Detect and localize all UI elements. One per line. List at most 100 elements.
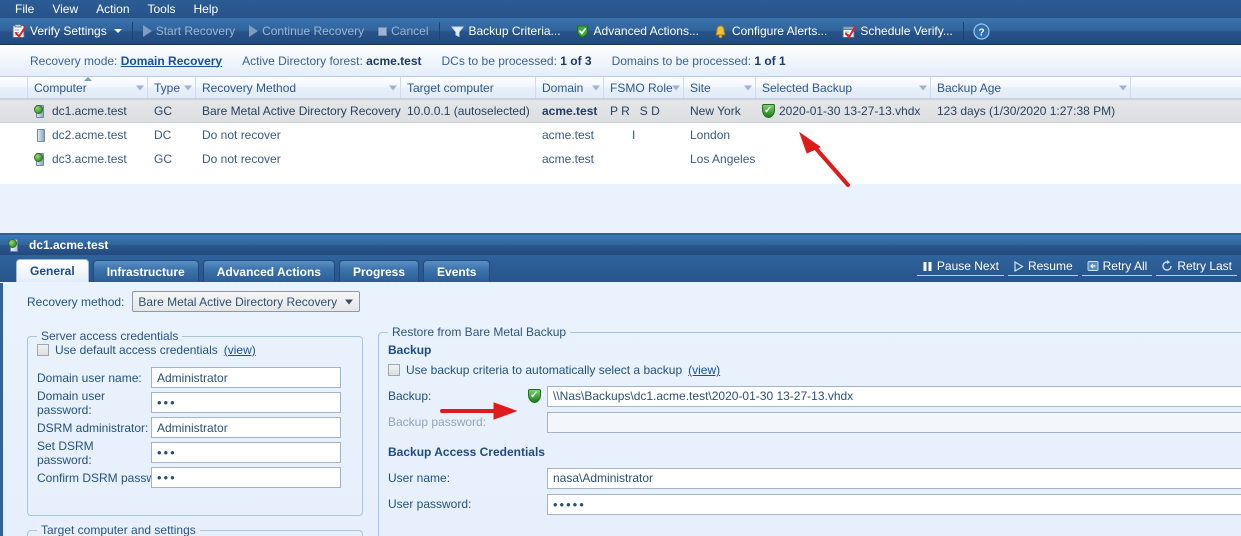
table-row[interactable]: dc3.acme.test GC Do not recover acme.tes… (0, 147, 1241, 171)
grid-header-selected-backup[interactable]: Selected Backup (756, 77, 931, 98)
cancel-button[interactable]: Cancel (371, 20, 435, 42)
continue-recovery-button[interactable]: Continue Recovery (242, 20, 371, 42)
use-backup-criteria-row: Use backup criteria to automatically sel… (388, 363, 1241, 377)
domain-user-name-input[interactable]: Administrator (151, 367, 341, 388)
filter-dropdown-icon[interactable] (136, 85, 144, 90)
view-link[interactable]: (view) (688, 363, 720, 377)
menu-help[interactable]: Help (185, 1, 228, 18)
tab-advanced-actions[interactable]: Advanced Actions (202, 260, 335, 282)
schedule-verify-button[interactable]: Schedule Verify... (834, 20, 960, 42)
use-backup-criteria-checkbox[interactable] (388, 364, 400, 376)
play-icon (249, 25, 259, 37)
green-shield-check-icon: ✓ (762, 104, 775, 118)
filter-dropdown-icon[interactable] (184, 85, 192, 90)
menu-tools[interactable]: Tools (139, 1, 185, 18)
continue-recovery-label: Continue Recovery (262, 24, 365, 38)
start-recovery-label: Start Recovery (155, 24, 236, 38)
set-dsrm-password-input[interactable]: ••• (151, 442, 341, 463)
domains-group: Domains to be processed: 1 of 1 (612, 54, 786, 68)
cell-domain: acme.test (542, 104, 598, 118)
forest-value: acme.test (366, 53, 422, 68)
menu-view[interactable]: View (43, 1, 87, 18)
user-password-input[interactable]: ••••• (547, 493, 1241, 515)
retry-last-icon (1161, 260, 1173, 272)
chevron-down-icon[interactable] (345, 299, 354, 304)
cell-site: New York (690, 104, 741, 118)
grid-header-recovery-method[interactable]: Recovery Method (196, 77, 401, 98)
retry-last-button[interactable]: Retry Last (1156, 258, 1237, 276)
tab-label: General (30, 264, 75, 278)
grid-header-row: Computer Type Recovery Method Target com… (0, 77, 1241, 99)
domain-user-password-label: Domain user password: (37, 388, 106, 417)
grid-header-target-computer[interactable]: Target computer (401, 77, 536, 98)
pause-icon (922, 261, 933, 272)
recovery-mode-link[interactable]: Domain Recovery (121, 54, 222, 68)
cell-domain: acme.test (542, 128, 595, 142)
resume-button[interactable]: Resume (1007, 258, 1078, 276)
tab-general[interactable]: General (16, 259, 89, 282)
grid-header-type[interactable]: Type (148, 77, 196, 98)
pause-next-button[interactable]: Pause Next (916, 258, 1004, 276)
filter-dropdown-icon[interactable] (744, 85, 752, 90)
view-link[interactable]: (view) (224, 343, 256, 357)
menu-file[interactable]: File (6, 1, 43, 18)
user-name-label: User name: (388, 471, 451, 485)
cell-type: GC (154, 152, 172, 166)
backup-password-input[interactable] (547, 411, 1241, 433)
cell-site: Los Angeles (690, 152, 756, 166)
verify-settings-button[interactable]: Verify Settings (4, 20, 129, 42)
field-value: nasa\Administrator (553, 471, 654, 485)
tab-events[interactable]: Events (423, 260, 491, 282)
filter-dropdown-icon[interactable] (919, 85, 927, 90)
use-default-credentials-checkbox[interactable] (37, 344, 49, 356)
table-row[interactable]: dc2.acme.test DC Do not recover acme.tes… (0, 123, 1241, 147)
filter-icon (450, 24, 465, 39)
domain-user-password-input[interactable]: ••• (151, 392, 341, 413)
recovery-method-select[interactable]: Bare Metal Active Directory Recovery (132, 291, 361, 312)
grid-header-backup-age[interactable]: Backup Age (931, 77, 1131, 98)
filter-dropdown-icon[interactable] (592, 85, 600, 90)
cell-site: London (690, 128, 731, 142)
grid-header-label: FSMO Role (610, 80, 673, 95)
general-tab-pane: Recovery method: Bare Metal Active Direc… (0, 283, 1241, 536)
use-default-credentials-label: Use default access credentials (55, 343, 218, 357)
confirm-dsrm-password-input[interactable]: ••• (151, 467, 341, 488)
advanced-actions-button[interactable]: Advanced Actions... (568, 20, 706, 42)
server-dc-icon (34, 128, 48, 143)
backup-password-label: Backup password: (388, 415, 487, 429)
grid-header-site[interactable]: Site (684, 77, 756, 98)
chevron-down-icon[interactable] (113, 29, 122, 33)
dcs-label: DCs to be processed: (441, 53, 557, 68)
grid-header-computer[interactable]: Computer (28, 77, 148, 98)
cell-selected-backup: 2020-01-30 13-27-13.vhdx (779, 104, 921, 118)
cell-computer: dc3.acme.test (52, 152, 127, 166)
field-value: Administrator (157, 420, 228, 435)
configure-alerts-button[interactable]: Configure Alerts... (706, 20, 834, 42)
shield-icon (575, 24, 590, 39)
field-value: ••• (157, 445, 177, 460)
backup-row: Backup: ✓ \\Nas\Backups\dc1.acme.test\20… (388, 383, 1241, 409)
dsrm-administrator-input[interactable]: Administrator (151, 417, 341, 438)
grid-header-domain[interactable]: Domain (536, 77, 604, 98)
grid-header-fsmo-role[interactable]: FSMO Role (604, 77, 684, 98)
confirm-dsrm-password-label: Confirm DSRM passwor (37, 470, 151, 485)
tab-infrastructure[interactable]: Infrastructure (92, 260, 199, 282)
cell-type: DC (154, 128, 172, 142)
table-row[interactable]: dc1.acme.test GC Bare Metal Active Direc… (0, 99, 1241, 123)
filter-dropdown-icon[interactable] (672, 85, 680, 90)
filter-dropdown-icon[interactable] (1119, 85, 1127, 90)
help-button[interactable]: ? (967, 20, 996, 42)
details-actions: Pause Next Resume Retry All Retry Last (916, 258, 1237, 276)
user-name-input[interactable]: nasa\Administrator (547, 467, 1241, 489)
filter-dropdown-icon[interactable] (389, 85, 397, 90)
retry-all-button[interactable]: Retry All (1081, 258, 1153, 276)
field-value: ••• (157, 470, 177, 485)
green-shield-check-icon: ✓ (528, 389, 541, 403)
cell-computer: dc2.acme.test (52, 128, 127, 142)
use-backup-criteria-label: Use backup criteria to automatically sel… (406, 363, 683, 377)
backup-criteria-button[interactable]: Backup Criteria... (443, 20, 568, 42)
menu-action[interactable]: Action (87, 1, 138, 18)
tab-progress[interactable]: Progress (338, 260, 420, 282)
start-recovery-button[interactable]: Start Recovery (136, 20, 242, 42)
backup-path-input[interactable]: \\Nas\Backups\dc1.acme.test\2020-01-30 1… (547, 385, 1241, 407)
